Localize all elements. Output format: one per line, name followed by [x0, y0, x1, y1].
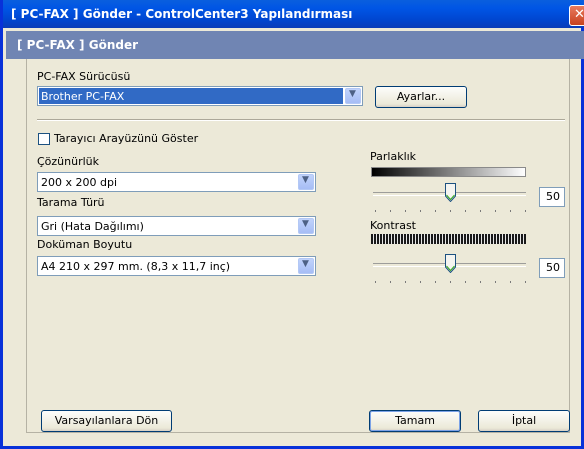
driver-label: PC-FAX Sürücüsü: [37, 70, 131, 83]
slider-tick: [420, 210, 421, 212]
slider-tick: [435, 210, 436, 212]
doc-size-value: A4 210 x 297 mm. (8,3 x 11,7 inç): [41, 260, 231, 273]
divider: [37, 119, 565, 121]
resolution-select[interactable]: 200 x 200 dpi ▼: [37, 172, 316, 192]
slider-tick: [435, 281, 436, 283]
section-title: [ PC-FAX ] Gönder: [17, 38, 139, 52]
scan-type-value: Gri (Hata Dağılımı): [41, 220, 144, 233]
driver-value: Brother PC-FAX: [39, 88, 343, 104]
settings-panel: PC-FAX Sürücüsü Brother PC-FAX ▼ Ayarlar…: [26, 59, 570, 433]
slider-tick: [390, 281, 391, 283]
contrast-value[interactable]: 50: [539, 258, 565, 278]
slider-tick: [465, 210, 466, 212]
chevron-down-icon[interactable]: ▼: [298, 218, 314, 234]
slider-tick: [525, 210, 526, 212]
slider-tick: [525, 281, 526, 283]
slider-tick: [510, 281, 511, 283]
ok-button[interactable]: Tamam: [369, 410, 461, 432]
slider-tick: [405, 210, 406, 212]
slider-tick: [450, 281, 451, 283]
chevron-down-icon[interactable]: ▼: [345, 88, 361, 104]
contrast-slider-thumb[interactable]: [445, 254, 456, 273]
slider-tick: [495, 281, 496, 283]
scan-type-select[interactable]: Gri (Hata Dağılımı) ▼: [37, 216, 316, 236]
brightness-label: Parlaklık: [370, 150, 417, 163]
slider-tick: [390, 210, 391, 212]
cancel-button[interactable]: İptal: [478, 410, 570, 432]
dialog-window: [ PC-FAX ] Gönder - ControlCenter3 Yapıl…: [0, 0, 584, 449]
scan-type-label: Tarama Türü: [37, 196, 105, 209]
contrast-pattern: [371, 234, 526, 244]
section-header: [ PC-FAX ] Gönder: [6, 31, 584, 59]
slider-tick: [480, 210, 481, 212]
slider-tick: [405, 281, 406, 283]
slider-tick: [465, 281, 466, 283]
close-icon: ✕: [574, 7, 584, 22]
slider-tick: [510, 210, 511, 212]
chevron-down-icon[interactable]: ▼: [298, 174, 314, 190]
slider-tick: [480, 281, 481, 283]
resolution-label: Çözünürlük: [37, 155, 100, 168]
doc-size-label: Doküman Boyutu: [37, 238, 133, 251]
close-button[interactable]: ✕: [569, 5, 584, 26]
title-bar[interactable]: [ PC-FAX ] Gönder - ControlCenter3 Yapıl…: [3, 0, 584, 28]
restore-defaults-button[interactable]: Varsayılanlara Dön: [41, 410, 172, 432]
slider-tick: [375, 210, 376, 212]
scanner-ui-label: Tarayıcı Arayüzünü Göster: [54, 132, 199, 145]
driver-select[interactable]: Brother PC-FAX ▼: [37, 86, 363, 106]
slider-tick: [495, 210, 496, 212]
slider-tick: [450, 210, 451, 212]
settings-button[interactable]: Ayarlar...: [375, 86, 467, 108]
slider-tick: [375, 281, 376, 283]
brightness-slider-thumb[interactable]: [445, 183, 456, 202]
chevron-down-icon[interactable]: ▼: [298, 258, 314, 274]
contrast-label: Kontrast: [370, 219, 416, 232]
window-title: [ PC-FAX ] Gönder - ControlCenter3 Yapıl…: [11, 7, 353, 21]
doc-size-select[interactable]: A4 210 x 297 mm. (8,3 x 11,7 inç) ▼: [37, 256, 316, 276]
brightness-value[interactable]: 50: [539, 187, 565, 207]
slider-tick: [420, 281, 421, 283]
brightness-gradient: [371, 167, 526, 177]
scanner-ui-checkbox[interactable]: [38, 133, 50, 145]
resolution-value: 200 x 200 dpi: [41, 176, 118, 189]
